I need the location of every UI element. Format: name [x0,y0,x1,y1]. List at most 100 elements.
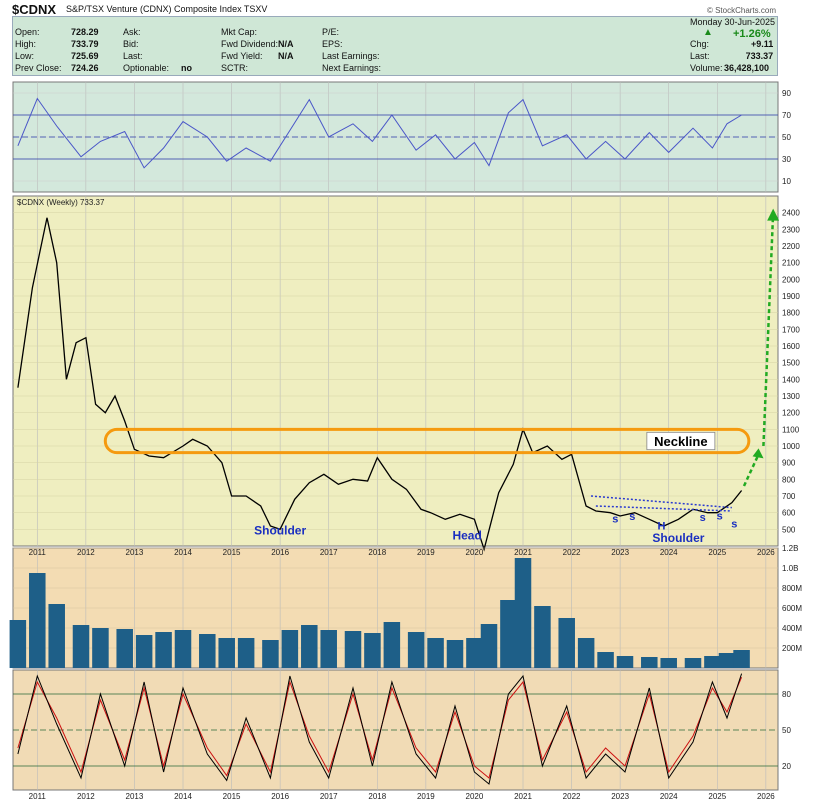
stochastic-tick-label: 50 [782,726,791,735]
volume-tick-label: 1.0B [782,564,798,573]
x-tick-label: 2017 [320,548,338,557]
x-tick-label: 2012 [77,792,95,800]
volume-bar [116,629,133,668]
volume-bar [660,658,677,668]
price-tick-label: 1900 [782,292,800,301]
volume-tick-label: 400M [782,624,802,633]
stochastic-tick-label: 80 [782,690,791,699]
volume-bar [427,638,444,668]
volume-bar [9,620,27,668]
price-tick-label: 2300 [782,225,800,234]
x-tick-label: 2011 [29,548,47,557]
x-tick-label: 2020 [466,548,484,557]
x-tick-label: 2017 [320,792,338,800]
x-tick-label: 2012 [77,548,95,557]
volume-bar [534,606,551,668]
volume-bar [500,600,517,668]
x-tick-label: 2018 [368,792,386,800]
x-tick-label: 2025 [708,548,726,557]
volume-bar [684,658,702,668]
x-tick-label: 2023 [611,792,629,800]
price-tick-label: 900 [782,459,796,468]
x-tick-label: 2011 [29,792,47,800]
price-tick-label: 2000 [782,275,800,284]
price-tick-label: 2400 [782,209,800,218]
price-tick-label: 1100 [782,425,800,434]
volume-bar [174,630,192,668]
x-tick-label: 2013 [126,792,144,800]
rsi-tick-label: 50 [782,133,791,142]
x-tick-label: 2019 [417,792,435,800]
x-tick-label: 2013 [126,548,144,557]
volume-bar [514,558,532,668]
volume-bar [446,640,464,668]
volume-bar [281,630,299,668]
volume-bar [262,640,279,668]
volume-bar [218,638,235,668]
rsi-tick-label: 30 [782,155,791,164]
right-shoulder-label: Shoulder [652,531,704,545]
neckline-label: Neckline [654,434,707,449]
x-tick-label: 2016 [271,792,289,800]
price-tick-label: 500 [782,525,796,534]
x-tick-label: 2023 [611,548,629,557]
head-label: Head [452,528,481,542]
price-tick-label: 1500 [782,359,800,368]
price-panel-title: $CDNX (Weekly) 733.37 [17,198,105,207]
x-tick-label: 2024 [660,792,678,800]
price-tick-label: 600 [782,509,796,518]
volume-tick-label: 800M [782,584,802,593]
x-tick-label: 2015 [223,548,241,557]
panel-price-background [12,195,779,547]
volume-bar [558,618,575,668]
price-tick-label: 1400 [782,375,800,384]
volume-bar [344,631,362,668]
price-tick-label: 2100 [782,259,800,268]
x-tick-label: 2022 [563,792,581,800]
x-tick-label: 2020 [466,792,484,800]
price-tick-label: 1800 [782,309,800,318]
x-tick-label: 2024 [660,548,678,557]
volume-tick-label: 1.2B [782,544,798,553]
volume-bar [237,638,255,668]
x-tick-label: 2019 [417,548,435,557]
price-tick-label: 1700 [782,325,800,334]
volume-tick-label: 600M [782,604,802,613]
x-tick-label: 2014 [174,792,192,800]
volume-bar [480,624,498,668]
price-tick-label: 1600 [782,342,800,351]
volume-bar [718,653,736,668]
x-tick-label: 2022 [563,548,581,557]
left-shoulder-label: Shoulder [254,523,306,537]
volume-bar [616,656,634,668]
price-tick-label: 1000 [782,442,800,451]
pattern-letter-label: H [657,520,665,532]
pattern-letter-label: s [731,519,737,531]
stochastic-tick-label: 20 [782,762,791,771]
pattern-letter-label: s [612,514,618,526]
volume-bar [733,650,750,668]
price-tick-label: 700 [782,492,796,501]
volume-bar [407,632,425,668]
volume-tick-label: 200M [782,644,802,653]
x-tick-label: 2018 [368,548,386,557]
x-tick-label: 2026 [757,548,775,557]
x-tick-label: 2021 [514,548,532,557]
x-tick-label: 2016 [271,548,289,557]
price-tick-label: 1200 [782,409,800,418]
volume-bar [48,604,65,668]
volume-bar [704,656,721,668]
volume-bar [72,625,90,668]
chart-canvas: 2011201120122012201320132014201420152015… [9,81,802,800]
pattern-letter-label: s [700,512,706,524]
volume-bar [29,573,46,668]
volume-bar [199,634,216,668]
x-tick-label: 2026 [757,792,775,800]
x-tick-label: 2025 [708,792,726,800]
pattern-letter-label: s [629,511,635,523]
volume-bar [383,622,401,668]
x-tick-label: 2021 [514,792,532,800]
rsi-tick-label: 70 [782,111,791,120]
volume-bar [364,633,381,668]
volume-bar [597,652,614,668]
